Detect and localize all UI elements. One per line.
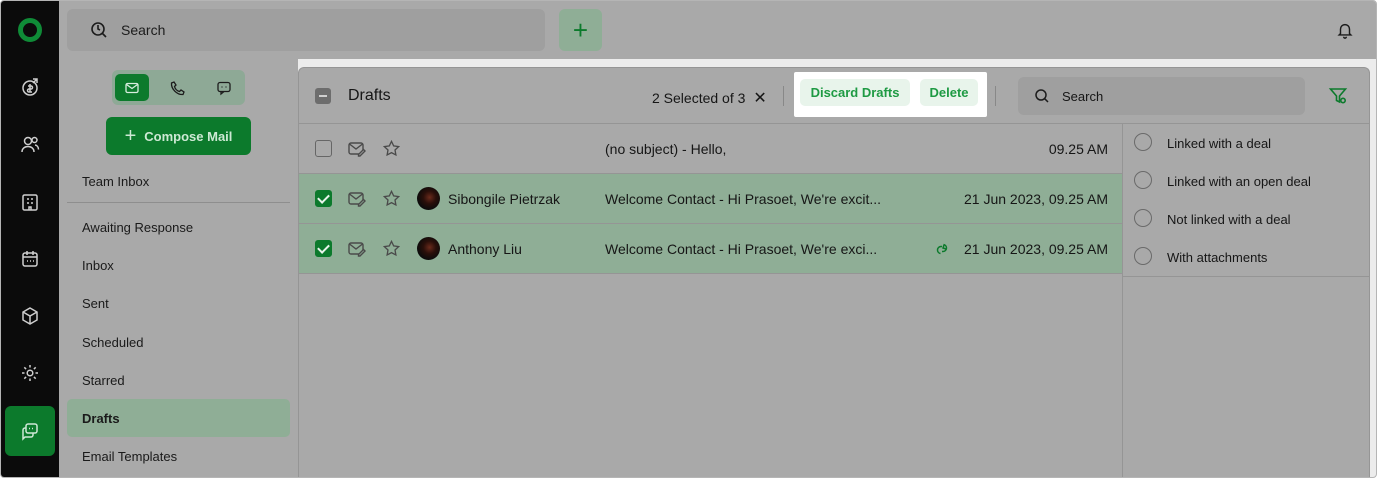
avatar <box>417 187 440 210</box>
mail-icon <box>125 82 139 93</box>
filter-icon[interactable] <box>1328 86 1348 106</box>
calendar-nav-icon[interactable] <box>9 238 51 280</box>
compose-mail-button[interactable]: + Compose Mail <box>106 117 251 155</box>
folder-inbox[interactable]: Inbox <box>67 246 290 284</box>
email-row[interactable]: (no subject) - Hello, 09.25 AM <box>299 124 1122 174</box>
draft-mail-icon <box>348 242 366 257</box>
mail-search-label: Search <box>1062 88 1104 104</box>
sidebar-divider <box>67 202 290 203</box>
deals-nav-icon[interactable] <box>9 66 51 108</box>
chat-mode-button[interactable] <box>207 74 241 101</box>
email-date: 21 Jun 2023, 09.25 AM <box>964 191 1108 207</box>
settings-nav-icon[interactable] <box>9 352 51 394</box>
email-subject: (no subject) - Hello, <box>605 141 727 157</box>
discard-drafts-button[interactable]: Discard Drafts <box>800 79 910 106</box>
channel-switcher <box>112 70 245 105</box>
header-divider <box>783 86 784 106</box>
mail-nav-icon[interactable] <box>5 406 55 456</box>
mail-sidebar: + Compose Mail Team Inbox Awaiting Respo… <box>59 59 298 477</box>
folder-email-templates[interactable]: Email Templates <box>67 437 290 475</box>
folder-drafts[interactable]: Drafts <box>67 399 290 437</box>
row-checkbox[interactable] <box>315 240 332 257</box>
filter-linked-deal[interactable]: Linked with a deal <box>1123 124 1370 162</box>
team-inbox-link[interactable]: Team Inbox <box>82 174 149 189</box>
filter-label: Linked with a deal <box>1167 135 1272 151</box>
row-divider <box>299 273 1122 274</box>
phone-mode-button[interactable] <box>161 74 195 101</box>
filter-label: Not linked with a deal <box>1167 211 1291 227</box>
folder-sent[interactable]: Sent <box>67 284 290 322</box>
app-rail <box>1 1 59 477</box>
chat-icon <box>217 81 231 95</box>
search-icon <box>91 22 107 38</box>
brand-logo <box>18 18 42 42</box>
header-divider <box>995 86 996 106</box>
filter-linked-open-deal[interactable]: Linked with an open deal <box>1123 162 1370 200</box>
search-icon <box>1035 89 1049 103</box>
folder-scheduled[interactable]: Scheduled <box>67 323 290 361</box>
row-checkbox[interactable] <box>315 140 332 157</box>
plus-icon: + <box>124 125 137 147</box>
email-mode-button[interactable] <box>115 74 149 101</box>
radio-button[interactable] <box>1134 171 1152 189</box>
deal-link-icon <box>936 243 948 255</box>
folder-starred[interactable]: Starred <box>67 361 290 399</box>
avatar <box>417 237 440 260</box>
filter-panel: Linked with a deal Linked with an open d… <box>1122 124 1370 477</box>
email-subject: Welcome Contact - Hi Prasoet, We're exci… <box>605 191 882 207</box>
filter-label: Linked with an open deal <box>1167 173 1311 189</box>
star-icon[interactable] <box>382 139 401 158</box>
radio-button[interactable] <box>1134 133 1152 151</box>
star-icon[interactable] <box>382 189 401 208</box>
star-icon[interactable] <box>382 239 401 258</box>
email-recipient: Sibongile Pietrzak <box>448 191 561 207</box>
email-recipient: Anthony Liu <box>448 241 522 257</box>
filter-label: With attachments <box>1167 249 1268 265</box>
select-all-checkbox[interactable] <box>315 88 331 104</box>
mail-list-panel: Drafts 2 Selected of 3 ✕ Discard Drafts … <box>298 67 1370 477</box>
app-window: Search + + Compose Mail Team Inbox Await… <box>0 0 1377 478</box>
list-header: Drafts 2 Selected of 3 ✕ Discard Drafts … <box>299 68 1369 124</box>
radio-button[interactable] <box>1134 247 1152 265</box>
delete-button[interactable]: Delete <box>920 79 978 106</box>
email-row[interactable]: Sibongile Pietrzak Welcome Contact - Hi … <box>299 174 1122 224</box>
compose-label: Compose Mail <box>144 128 233 144</box>
products-nav-icon[interactable] <box>9 295 51 337</box>
filter-not-linked-deal[interactable]: Not linked with a deal <box>1123 200 1370 238</box>
companies-nav-icon[interactable] <box>9 181 51 223</box>
global-search-label: Search <box>121 22 166 38</box>
folder-awaiting-response[interactable]: Awaiting Response <box>67 208 290 246</box>
draft-mail-icon <box>348 142 366 157</box>
clear-selection-icon[interactable]: ✕ <box>753 88 766 108</box>
email-date: 09.25 AM <box>1048 141 1108 157</box>
page-title: Drafts <box>348 87 391 104</box>
filter-with-attachments[interactable]: With attachments <box>1123 238 1370 276</box>
top-bar: Search + <box>59 1 1376 59</box>
phone-icon <box>170 80 185 95</box>
email-row[interactable]: Anthony Liu Welcome Contact - Hi Prasoet… <box>299 224 1122 274</box>
email-date: 21 Jun 2023, 09.25 AM <box>964 241 1108 257</box>
bell-icon[interactable] <box>1336 21 1354 39</box>
selection-text: 2 Selected of 3 <box>652 90 746 106</box>
email-subject: Welcome Contact - Hi Prasoet, We're exci… <box>605 241 878 257</box>
mail-search-input[interactable]: Search <box>1018 77 1305 115</box>
radio-button[interactable] <box>1134 209 1152 227</box>
filter-divider <box>1123 276 1370 277</box>
contacts-nav-icon[interactable] <box>9 123 51 165</box>
add-button[interactable]: + <box>559 9 602 51</box>
draft-mail-icon <box>348 192 366 207</box>
row-checkbox[interactable] <box>315 190 332 207</box>
selection-count: 2 Selected of 3 ✕ <box>652 88 767 108</box>
global-search[interactable]: Search <box>67 9 545 51</box>
